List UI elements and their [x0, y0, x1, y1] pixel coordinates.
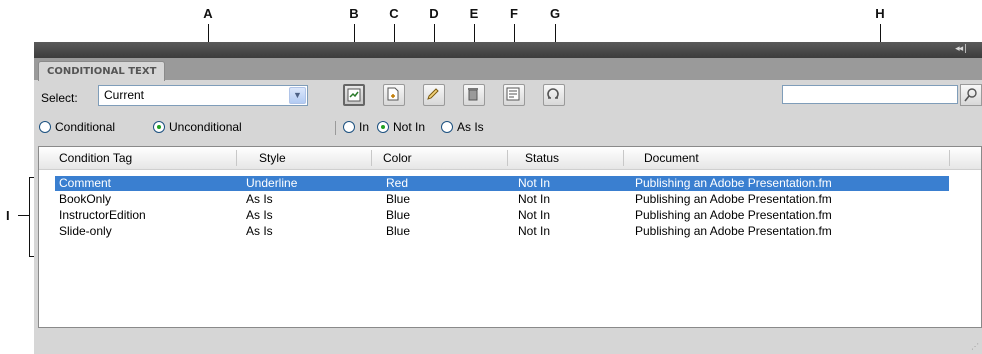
tab-strip: CONDITIONAL TEXT — [34, 58, 982, 81]
apply-condition-button[interactable] — [343, 84, 365, 106]
delete-condition-button[interactable] — [463, 84, 485, 106]
cell-tag: Comment — [59, 176, 112, 190]
cell-color: Blue — [386, 224, 411, 238]
cell-style: As Is — [246, 192, 273, 206]
edit-condition-icon — [427, 88, 439, 100]
column-divider[interactable] — [507, 150, 508, 166]
column-header-style[interactable]: Style — [259, 147, 286, 169]
cell-status: Not In — [518, 224, 551, 238]
callout-h: H — [875, 6, 885, 21]
radio-in[interactable] — [343, 121, 355, 133]
column-header-color[interactable]: Color — [383, 147, 412, 169]
conditions-list[interactable]: Condition Tag Style Color Status Documen… — [38, 146, 982, 328]
list-header: Condition Tag Style Color Status Documen… — [39, 147, 981, 170]
callout-a: A — [203, 6, 213, 21]
radio-conditional[interactable] — [39, 121, 51, 133]
column-divider[interactable] — [623, 150, 624, 166]
radio-as-is[interactable] — [441, 121, 453, 133]
radio-not-in-label: Not In — [393, 120, 426, 134]
radio-in-label: In — [359, 120, 370, 134]
radio-unconditional-label: Unconditional — [169, 120, 242, 134]
cell-document: Publishing an Adobe Presentation.fm — [635, 192, 832, 206]
radio-not-in[interactable] — [377, 121, 389, 133]
cell-color: Blue — [386, 192, 411, 206]
show-hide-button[interactable] — [503, 84, 525, 106]
cell-document: Publishing an Adobe Presentation.fm — [635, 176, 832, 190]
callout-f: F — [510, 6, 518, 21]
new-condition-icon — [387, 87, 399, 101]
column-divider[interactable] — [236, 150, 237, 166]
cell-style: Underline — [246, 176, 298, 190]
column-divider[interactable] — [949, 150, 950, 166]
column-header-condition-tag[interactable]: Condition Tag — [59, 147, 132, 169]
select-value: Current — [104, 88, 145, 102]
radio-unconditional[interactable] — [153, 121, 165, 133]
resize-grip-icon[interactable]: ⋰ — [971, 342, 979, 351]
cell-status: Not In — [518, 208, 551, 222]
table-row[interactable]: Slide-only As Is Blue Not In Publishing … — [55, 224, 949, 239]
callout-i: I — [6, 208, 10, 223]
cell-status: Not In — [518, 176, 551, 190]
collapse-icon[interactable]: ◂◂ | — [955, 44, 967, 54]
callout-b: B — [349, 6, 359, 21]
cell-status: Not In — [518, 192, 551, 206]
search-icon — [964, 88, 977, 102]
refresh-button[interactable] — [543, 84, 565, 106]
radio-as-is-label: As Is — [457, 120, 484, 134]
search-button[interactable] — [960, 84, 982, 106]
table-row[interactable]: Comment Underline Red Not In Publishing … — [55, 176, 949, 191]
radio-divider — [335, 121, 336, 135]
column-header-status[interactable]: Status — [525, 147, 559, 169]
show-hide-icon — [506, 87, 520, 101]
edit-condition-button[interactable] — [423, 84, 445, 106]
table-row[interactable]: InstructorEdition As Is Blue Not In Publ… — [55, 208, 949, 223]
callout-d: D — [429, 6, 439, 21]
apply-condition-icon — [347, 88, 361, 102]
panel-titlebar[interactable]: ◂◂ | — [34, 42, 982, 58]
callout-c: C — [389, 6, 399, 21]
select-dropdown[interactable]: Current ▼ — [98, 85, 308, 106]
cell-tag: BookOnly — [59, 192, 112, 206]
delete-condition-icon — [468, 88, 478, 101]
refresh-icon — [547, 88, 559, 99]
new-condition-button[interactable] — [383, 84, 405, 106]
callout-e: E — [469, 6, 479, 21]
cell-color: Red — [386, 176, 409, 190]
cell-tag: Slide-only — [59, 224, 112, 238]
cell-document: Publishing an Adobe Presentation.fm — [635, 208, 832, 222]
conditional-text-panel: ◂◂ | CONDITIONAL TEXT Select: Current ▼ — [34, 42, 982, 354]
tab-conditional-text[interactable]: CONDITIONAL TEXT — [38, 61, 166, 81]
table-row[interactable]: BookOnly As Is Blue Not In Publishing an… — [55, 192, 949, 207]
cell-tag: InstructorEdition — [59, 208, 146, 222]
cell-style: As Is — [246, 224, 273, 238]
search-input[interactable] — [782, 85, 958, 104]
column-header-document[interactable]: Document — [644, 147, 699, 169]
cell-document: Publishing an Adobe Presentation.fm — [635, 224, 832, 238]
callout-g: G — [549, 6, 561, 21]
cell-color: Blue — [386, 208, 411, 222]
callout-i-line — [18, 215, 29, 216]
radio-conditional-label: Conditional — [55, 120, 116, 134]
select-label: Select: — [41, 91, 78, 105]
chevron-down-icon[interactable]: ▼ — [289, 87, 306, 104]
cell-style: As Is — [246, 208, 273, 222]
column-divider[interactable] — [371, 150, 372, 166]
